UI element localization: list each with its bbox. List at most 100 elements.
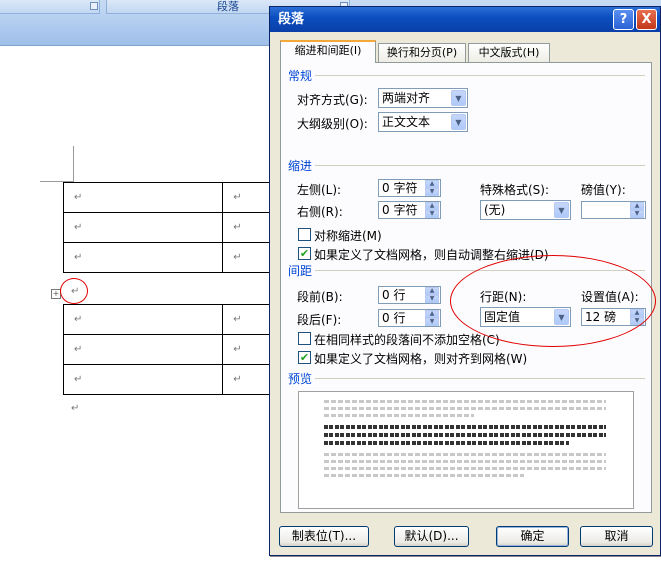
margin-corner-mark <box>73 146 74 182</box>
space-before-spinner[interactable]: 0 行 ▲ ▼ <box>378 286 441 304</box>
preview-line <box>324 407 606 410</box>
dialog-launcher-icon[interactable] <box>90 2 98 10</box>
spin-up-icon[interactable]: ▲ <box>630 309 644 317</box>
space-after-label: 段后(F): <box>297 313 342 327</box>
spin-down-icon[interactable]: ▼ <box>425 210 439 218</box>
tab-line-page-breaks[interactable]: 换行和分页(P) <box>378 43 466 62</box>
divider <box>315 75 645 76</box>
indent-by-spinner[interactable]: ▲ ▼ <box>581 201 646 219</box>
spin-up-icon[interactable]: ▲ <box>425 310 439 318</box>
divider <box>315 378 645 379</box>
preview-line <box>324 474 524 477</box>
special-indent-select[interactable]: (无) ▼ <box>480 200 571 220</box>
ok-button[interactable]: 确定 <box>496 526 569 547</box>
spin-up-icon[interactable]: ▲ <box>630 202 644 210</box>
table-cell[interactable]: ↵ <box>62 364 224 395</box>
line-spacing-label: 行距(N): <box>480 290 527 304</box>
preview-heading: 预览 <box>288 372 313 386</box>
chevron-down-icon[interactable]: ▼ <box>451 114 466 130</box>
space-after-spinner[interactable]: 0 行 ▲ ▼ <box>378 309 441 327</box>
preview-line <box>324 460 606 463</box>
chevron-down-icon[interactable]: ▼ <box>451 90 466 106</box>
preview-line <box>324 414 474 417</box>
spin-down-icon[interactable]: ▼ <box>425 318 439 326</box>
document-table-top[interactable]: ↵ ↵ ↵ ↵ ↵ ↵ <box>62 182 283 273</box>
table-cell[interactable]: ↵ <box>62 212 224 243</box>
left-indent-value: 0 字符 <box>382 181 418 195</box>
space-before-label: 段前(B): <box>297 290 343 304</box>
right-indent-label: 右侧(R): <box>297 205 343 219</box>
help-icon[interactable]: ? <box>613 9 634 30</box>
outline-level-label: 大纲级别(O): <box>297 117 368 131</box>
table-row[interactable]: ↵ ↵ <box>62 364 283 395</box>
alignment-label: 对齐方式(G): <box>297 93 368 107</box>
dialog-title: 段落 <box>278 12 305 27</box>
table-cell[interactable]: ↵ <box>62 242 224 273</box>
special-indent-label: 特殊格式(S): <box>480 183 550 197</box>
divider <box>315 165 645 166</box>
spin-down-icon[interactable]: ▼ <box>630 317 644 325</box>
table-cell[interactable]: ↵ <box>62 334 224 365</box>
mirror-indents-checkbox[interactable] <box>298 228 311 241</box>
divider <box>315 270 645 271</box>
space-before-value: 0 行 <box>382 288 406 302</box>
paragraph-mark[interactable]: ↵ <box>71 403 79 414</box>
indent-by-label: 磅值(Y): <box>581 183 626 197</box>
preview-line <box>324 425 606 429</box>
alignment-value: 两端对齐 <box>382 91 431 105</box>
left-indent-spinner[interactable]: 0 字符 ▲ ▼ <box>378 179 441 197</box>
default-button[interactable]: 默认(D)... <box>394 526 469 547</box>
preview-line <box>324 453 606 456</box>
preview-line <box>324 441 569 445</box>
spin-up-icon[interactable]: ▲ <box>425 202 439 210</box>
left-indent-label: 左侧(L): <box>297 183 342 197</box>
space-after-value: 0 行 <box>382 311 406 325</box>
spin-down-icon[interactable]: ▼ <box>630 210 644 218</box>
spacing-at-spinner[interactable]: 12 磅 ▲ ▼ <box>581 308 646 326</box>
auto-adjust-right-indent-label[interactable]: 如果定义了文档网格，则自动调整右缩进(D) <box>314 246 549 263</box>
line-spacing-value: 固定值 <box>484 310 521 324</box>
tab-panel: 常规 对齐方式(G): 两端对齐 ▼ 大纲级别(O): 正文文本 ▼ 缩进 左侧… <box>280 62 652 513</box>
ribbon-group-left <box>0 0 100 14</box>
table-row[interactable]: ↵ ↵ <box>62 334 283 365</box>
line-spacing-select[interactable]: 固定值 ▼ <box>480 307 571 327</box>
table-row[interactable]: ↵ ↵ <box>62 182 283 213</box>
no-space-same-style-label[interactable]: 在相同样式的段落间不添加空格(C) <box>314 331 500 348</box>
spacing-heading: 间距 <box>288 264 313 278</box>
spin-up-icon[interactable]: ▲ <box>425 180 439 188</box>
right-indent-value: 0 字符 <box>382 203 418 217</box>
no-space-same-style-checkbox[interactable] <box>298 332 311 345</box>
preview-line <box>324 467 606 470</box>
snap-to-grid-checkbox[interactable]: ✔ <box>298 351 311 364</box>
right-indent-spinner[interactable]: 0 字符 ▲ ▼ <box>378 201 441 219</box>
alignment-select[interactable]: 两端对齐 ▼ <box>378 88 468 108</box>
tabs-button[interactable]: 制表位(T)... <box>279 526 369 547</box>
chevron-down-icon[interactable]: ▼ <box>554 309 569 325</box>
auto-adjust-right-indent-checkbox[interactable]: ✔ <box>298 247 311 260</box>
snap-to-grid-label[interactable]: 如果定义了文档网格，则对齐到网格(W) <box>314 350 527 367</box>
close-icon[interactable]: X <box>636 9 657 30</box>
general-heading: 常规 <box>288 69 313 83</box>
table-row[interactable]: ↵ ↵ <box>62 212 283 243</box>
table-cell[interactable]: ↵ <box>62 182 224 213</box>
cancel-button[interactable]: 取消 <box>580 526 653 547</box>
paragraph-dialog: 段落 ? X 缩进和间距(I) 换行和分页(P) 中文版式(H) 常规 对齐方式… <box>269 6 661 556</box>
document-table-bottom[interactable]: ↵ ↵ ↵ ↵ ↵ ↵ <box>62 304 283 395</box>
table-row[interactable]: ↵ ↵ <box>62 304 283 335</box>
tab-indents-spacing[interactable]: 缩进和间距(I) <box>280 40 376 63</box>
spacing-at-value: 12 磅 <box>585 310 617 324</box>
mirror-indents-label[interactable]: 对称缩进(M) <box>314 227 382 244</box>
preview-line <box>324 433 606 437</box>
spin-up-icon[interactable]: ▲ <box>425 287 439 295</box>
spin-down-icon[interactable]: ▼ <box>425 188 439 196</box>
spin-down-icon[interactable]: ▼ <box>425 295 439 303</box>
tab-asian-typography[interactable]: 中文版式(H) <box>468 43 550 62</box>
chevron-down-icon[interactable]: ▼ <box>554 202 569 218</box>
indent-heading: 缩进 <box>288 159 313 173</box>
table-row[interactable]: ↵ ↵ <box>62 242 283 273</box>
title-bar[interactable]: 段落 ? X <box>270 7 660 32</box>
outline-level-select[interactable]: 正文文本 ▼ <box>378 112 468 132</box>
table-cell[interactable]: ↵ <box>62 304 224 335</box>
annotation-circle <box>60 278 88 304</box>
outline-level-value: 正文文本 <box>382 115 431 129</box>
